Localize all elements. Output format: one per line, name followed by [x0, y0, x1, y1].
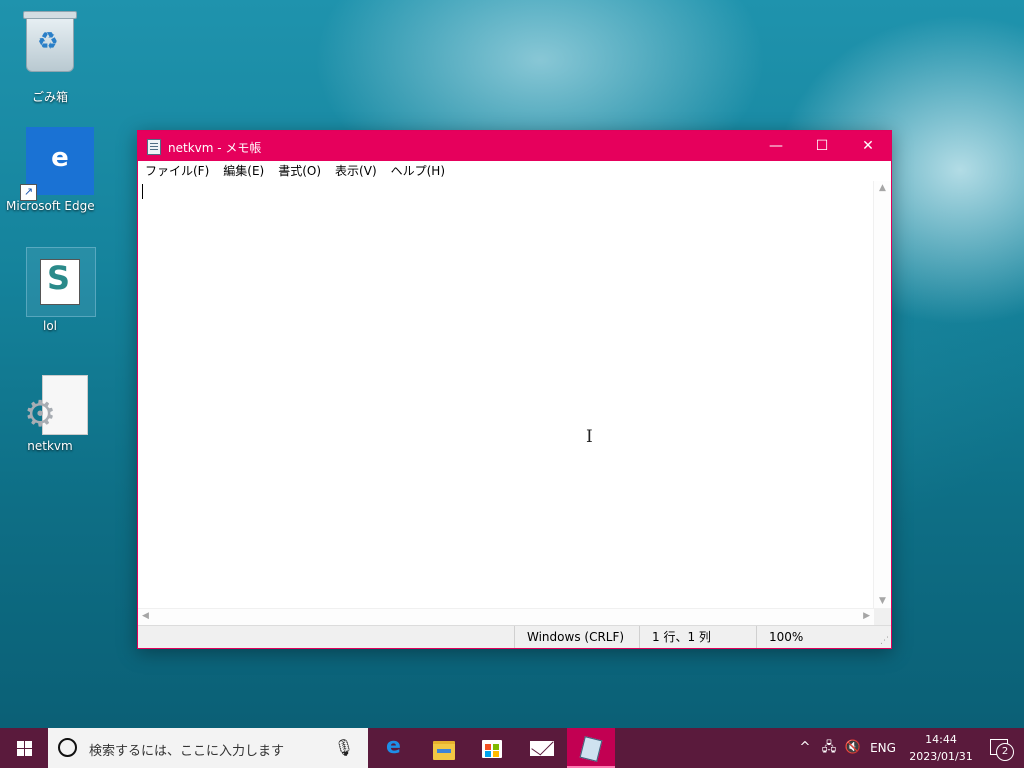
search-box[interactable]: 検索するには、ここに入力します 🎙 [48, 728, 368, 768]
script-file-icon: S [16, 247, 96, 317]
ibeam-cursor-icon: I [586, 427, 593, 447]
desktop-icon-lol[interactable]: S lol [6, 247, 96, 333]
taskbar-store-button[interactable] [468, 728, 516, 768]
desktop-icon-label: lol [42, 319, 57, 333]
resize-grip-icon[interactable]: ⋰ [880, 637, 889, 646]
scrollbar-corner [874, 608, 891, 625]
taskbar: 検索するには、ここに入力します 🎙 e ^ 🖧 🔇 ENG 14:44 2023… [0, 728, 1024, 768]
desktop-icon-edge[interactable]: e ↗ Microsoft Edge [6, 127, 95, 213]
text-editor[interactable]: I [138, 181, 874, 608]
status-zoom: 100% [756, 626, 869, 648]
scroll-up-icon[interactable]: ▲ [874, 183, 891, 193]
shortcut-arrow-icon: ↗ [20, 184, 37, 201]
vertical-scrollbar[interactable]: ▲ ▼ [873, 181, 891, 608]
horizontal-scrollbar[interactable]: ◀ ▶ [138, 608, 874, 626]
clock[interactable]: 14:44 2023/01/31 [906, 731, 976, 765]
scroll-down-icon[interactable]: ▼ [874, 596, 891, 606]
menu-help[interactable]: ヘルプ(H) [384, 161, 452, 181]
store-icon [482, 740, 502, 758]
text-caret [142, 184, 143, 199]
show-hidden-icons-button[interactable]: ^ [796, 728, 814, 768]
desktop-icon-label: netkvm [27, 439, 73, 453]
close-icon: ✕ [862, 138, 874, 154]
input-language-indicator[interactable]: ENG [868, 728, 898, 768]
desktop-icon-label: ごみ箱 [31, 90, 68, 104]
windows-logo-icon [17, 741, 32, 756]
start-button[interactable] [0, 728, 48, 768]
microphone-icon[interactable]: 🎙 [334, 738, 354, 757]
edge-icon: e ↗ [16, 127, 94, 201]
notepad-icon [147, 139, 161, 155]
desktop-icon-label: Microsoft Edge [6, 199, 95, 213]
recycle-bin-icon: ♻ [16, 11, 84, 84]
settings-file-icon: ⚙ [16, 367, 88, 435]
file-explorer-icon [433, 741, 455, 760]
status-bar: Windows (CRLF) 1 行、1 列 100% ⋰ [138, 625, 891, 648]
mail-icon [530, 741, 554, 756]
desktop-icon-recycle-bin[interactable]: ♻ ごみ箱 [6, 8, 94, 105]
action-center-button[interactable]: 2 [984, 735, 1016, 761]
maximize-button[interactable]: ☐ [799, 131, 845, 161]
window-title: netkvm - メモ帳 [168, 141, 262, 155]
status-position: 1 行、1 列 [639, 626, 760, 648]
clock-time: 14:44 [925, 733, 957, 746]
menu-bar: ファイル(F) 編集(E) 書式(O) 表示(V) ヘルプ(H) [138, 161, 891, 182]
taskbar-edge-button[interactable]: e [372, 728, 420, 768]
status-encoding: Windows (CRLF) [514, 626, 637, 648]
volume-muted-icon[interactable]: 🔇 [842, 728, 864, 768]
minimize-icon: — [769, 138, 783, 154]
search-placeholder: 検索するには、ここに入力します [89, 744, 285, 759]
taskbar-explorer-button[interactable] [420, 728, 468, 768]
maximize-icon: ☐ [815, 138, 829, 154]
notepad-window: netkvm - メモ帳 — ☐ ✕ ファイル(F) 編集(E) 書式(O) 表示(V… [137, 130, 892, 649]
cortana-icon [58, 738, 77, 757]
network-disconnected-icon[interactable]: 🖧 [818, 728, 840, 768]
taskbar-mail-button[interactable] [518, 728, 566, 768]
desktop-icon-netkvm[interactable]: ⚙ netkvm [6, 367, 94, 453]
notification-count-badge: 2 [996, 743, 1014, 761]
taskbar-notepad-button[interactable] [567, 728, 615, 768]
minimize-button[interactable]: — [753, 131, 799, 161]
close-button[interactable]: ✕ [845, 131, 891, 161]
notepad-icon [579, 736, 603, 762]
clock-date: 2023/01/31 [909, 750, 973, 763]
menu-view[interactable]: 表示(V) [328, 161, 384, 181]
scroll-right-icon[interactable]: ▶ [863, 611, 870, 621]
menu-format[interactable]: 書式(O) [271, 161, 328, 181]
menu-edit[interactable]: 編集(E) [216, 161, 271, 181]
menu-file[interactable]: ファイル(F) [138, 161, 216, 181]
edge-icon: e [386, 734, 401, 759]
scroll-left-icon[interactable]: ◀ [142, 611, 149, 621]
title-bar[interactable]: netkvm - メモ帳 — ☐ ✕ [138, 131, 891, 161]
